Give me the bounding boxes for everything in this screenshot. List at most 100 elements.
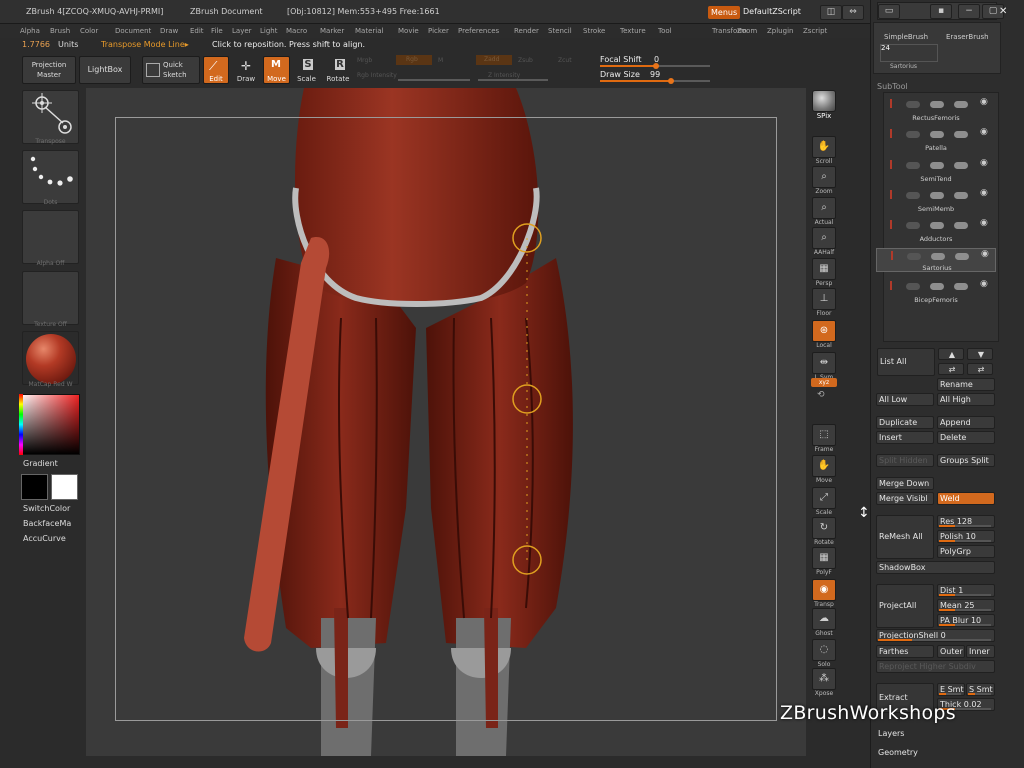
reproject-button[interactable]: Reproject Higher Subdiv (876, 660, 995, 673)
scroll-button[interactable]: ✋ (812, 136, 836, 158)
ghost-button[interactable]: ☁ (812, 608, 836, 630)
menu-preferences[interactable]: Preferences (458, 27, 499, 35)
switch-color-button[interactable]: SwitchColor (23, 504, 70, 513)
all-high-button[interactable]: All High (937, 393, 995, 406)
rgb-intensity-slider[interactable] (398, 79, 470, 81)
menu-macro[interactable]: Macro (286, 27, 307, 35)
eye-icon[interactable]: ◉ (980, 97, 988, 107)
weld-button[interactable]: Weld (937, 492, 995, 505)
eraserbrush-button[interactable]: EraserBrush (946, 33, 989, 41)
menu-tool[interactable]: Tool (658, 27, 672, 35)
rotate-button[interactable]: ↻ (812, 517, 836, 539)
shadowbox-button[interactable]: ShadowBox (876, 561, 995, 574)
brush-toggle-icon[interactable] (955, 253, 969, 260)
actual-button[interactable]: ⌕ (812, 197, 836, 219)
move-button[interactable]: ✋ (812, 455, 836, 477)
polypaint-toggle[interactable] (907, 253, 921, 260)
menu-brush[interactable]: Brush (50, 27, 70, 35)
zadd-button[interactable]: Zadd (476, 55, 512, 65)
menu-stencil[interactable]: Stencil (548, 27, 572, 35)
subtool-item[interactable]: ◉ Adductors (876, 218, 996, 243)
lightbox-button[interactable]: LightBox (79, 56, 131, 84)
polypaint-toggle[interactable] (906, 283, 920, 290)
outer-button[interactable]: Outer (937, 645, 965, 658)
merge-visible-button[interactable]: Merge Visibl (876, 492, 934, 505)
minimize-icon[interactable]: − (958, 4, 980, 19)
menu-color[interactable]: Color (80, 27, 98, 35)
aahalf-button[interactable]: ⌕ (812, 227, 836, 249)
quick-sketch-button[interactable]: Quick Sketch (142, 56, 200, 84)
polygrp-button[interactable]: PolyGrp (937, 545, 995, 558)
merge-down-button[interactable]: Merge Down (876, 477, 934, 490)
menu-zplugin[interactable]: Zplugin (767, 27, 793, 35)
stroke-dots-button[interactable] (22, 150, 79, 204)
simplebrush-button[interactable]: SimpleBrush (884, 33, 928, 41)
polypaint-toggle[interactable] (906, 131, 920, 138)
main-color-swatch[interactable] (51, 474, 78, 500)
subtool-item[interactable]: ◉ BicepFemoris (876, 279, 996, 304)
visibility-toggle[interactable] (930, 101, 944, 108)
menu-stroke[interactable]: Stroke (583, 27, 605, 35)
swap-button[interactable]: ⇄ (938, 363, 964, 375)
polyf-button[interactable]: ▦ (812, 547, 836, 569)
transpose-brush-button[interactable] (22, 90, 79, 144)
eye-icon[interactable]: ◉ (980, 218, 988, 228)
brush-toggle-icon[interactable] (954, 162, 968, 169)
swap2-button[interactable]: ⇄ (967, 363, 993, 375)
eye-icon[interactable]: ◉ (980, 158, 988, 168)
persp-button[interactable]: ▦ (812, 258, 836, 280)
transp-button[interactable]: ◉ (812, 579, 836, 601)
split-hidden-button[interactable]: Split Hidden (876, 454, 934, 467)
m-button[interactable]: M (438, 57, 443, 64)
projection-master-button[interactable]: Projection Master (22, 56, 76, 84)
hue-strip[interactable] (19, 394, 23, 455)
eye-icon[interactable]: ◉ (981, 249, 989, 259)
insert-button[interactable]: Insert (876, 431, 934, 444)
menu-texture[interactable]: Texture (620, 27, 646, 35)
subtool-item[interactable]: ◉ RectusFemoris (876, 97, 996, 122)
delete-button[interactable]: Delete (937, 431, 995, 444)
subtool-item[interactable]: ◉ SemiMemb (876, 188, 996, 213)
menu-zoom[interactable]: Zoom (737, 27, 757, 35)
zsub-button[interactable]: Zsub (518, 57, 533, 64)
z-intensity-slider[interactable] (478, 79, 548, 81)
mrgb-button[interactable]: Mrgb (357, 57, 372, 64)
move-button[interactable]: M Move (263, 56, 290, 84)
project-all-button[interactable]: ProjectAll (876, 584, 934, 628)
current-tool-thumb[interactable] (880, 44, 938, 62)
menu-movie[interactable]: Movie (398, 27, 419, 35)
brush-toggle-icon[interactable] (954, 192, 968, 199)
arrow-up-button[interactable]: ▲ (938, 348, 964, 360)
menu-picker[interactable]: Picker (428, 27, 449, 35)
window-restore-icon[interactable]: ▭ (878, 4, 900, 19)
default-zscript[interactable]: DefaultZScript (743, 7, 801, 16)
subtool-item[interactable]: ◉ Patella (876, 127, 996, 152)
alpha-button[interactable] (22, 210, 79, 264)
xyz-toggle[interactable]: xyz (811, 378, 837, 387)
brush-toggle-icon[interactable] (954, 222, 968, 229)
menu-document[interactable]: Document (115, 27, 151, 35)
polypaint-toggle[interactable] (906, 192, 920, 199)
visibility-toggle[interactable] (930, 283, 944, 290)
list-all-button[interactable]: List All (877, 348, 935, 376)
gradient-label[interactable]: Gradient (23, 459, 58, 468)
polypaint-toggle[interactable] (906, 222, 920, 229)
duplicate-button[interactable]: Duplicate (876, 416, 934, 429)
arrows-icon[interactable]: ⇔ (842, 5, 864, 20)
subtool-item[interactable]: ◉ SemiTend (876, 158, 996, 183)
brush-toggle-icon[interactable] (954, 131, 968, 138)
menu-zscript[interactable]: Zscript (803, 27, 827, 35)
remesh-all-button[interactable]: ReMesh All (876, 515, 934, 559)
floor-button[interactable]: ⊥ (812, 288, 836, 310)
solo-button[interactable]: ◌ (812, 639, 836, 661)
menu-marker[interactable]: Marker (320, 27, 344, 35)
farthest-button[interactable]: Farthes (876, 645, 934, 658)
menu-alpha[interactable]: Alpha (20, 27, 40, 35)
scale-button[interactable]: ⤢ (812, 487, 836, 509)
accucurve-button[interactable]: AccuCurve (23, 534, 66, 543)
xpose-button[interactable]: ⁂ (812, 668, 836, 690)
secondary-color-swatch[interactable] (21, 474, 48, 500)
visibility-toggle[interactable] (930, 162, 944, 169)
visibility-toggle[interactable] (930, 192, 944, 199)
visibility-toggle[interactable] (931, 253, 945, 260)
